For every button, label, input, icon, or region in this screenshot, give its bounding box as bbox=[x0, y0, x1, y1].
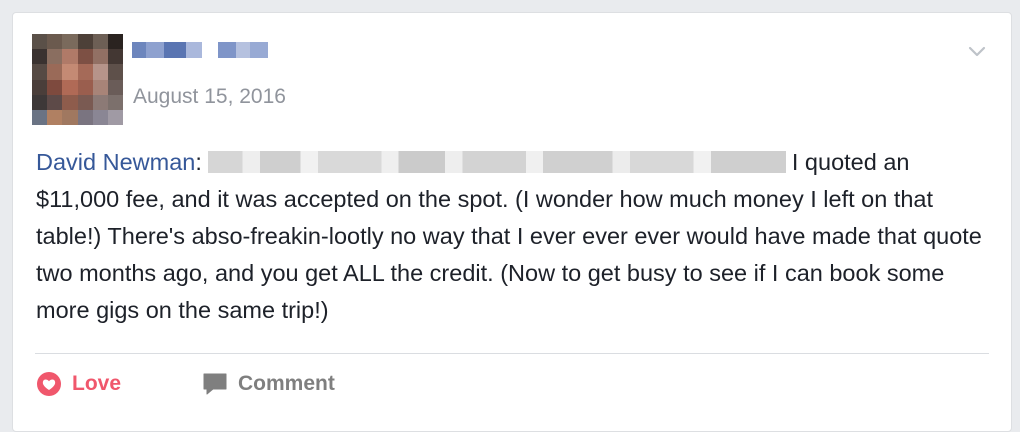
comment-button[interactable]: Comment bbox=[202, 369, 335, 399]
speech-bubble-icon bbox=[202, 371, 228, 397]
heart-circle-icon bbox=[36, 371, 62, 397]
love-label: Love bbox=[72, 372, 122, 395]
author-name-blurred[interactable] bbox=[132, 42, 268, 58]
chevron-down-icon[interactable] bbox=[966, 40, 988, 62]
author-link[interactable]: David Newman bbox=[36, 149, 195, 175]
love-button[interactable]: Love bbox=[36, 369, 121, 399]
divider bbox=[35, 353, 989, 354]
post-body: David Newman: I quoted an $11,000 fee, an… bbox=[36, 144, 986, 329]
comment-label: Comment bbox=[238, 372, 335, 395]
post-text: I quoted an $11,000 fee, and it was acce… bbox=[36, 149, 982, 323]
post-date[interactable]: August 15, 2016 bbox=[133, 85, 286, 109]
avatar[interactable] bbox=[32, 34, 123, 125]
post-card: August 15, 2016 David Newman: I quoted an… bbox=[12, 12, 1012, 432]
author-separator: : bbox=[195, 149, 202, 175]
redacted-text bbox=[207, 151, 786, 174]
